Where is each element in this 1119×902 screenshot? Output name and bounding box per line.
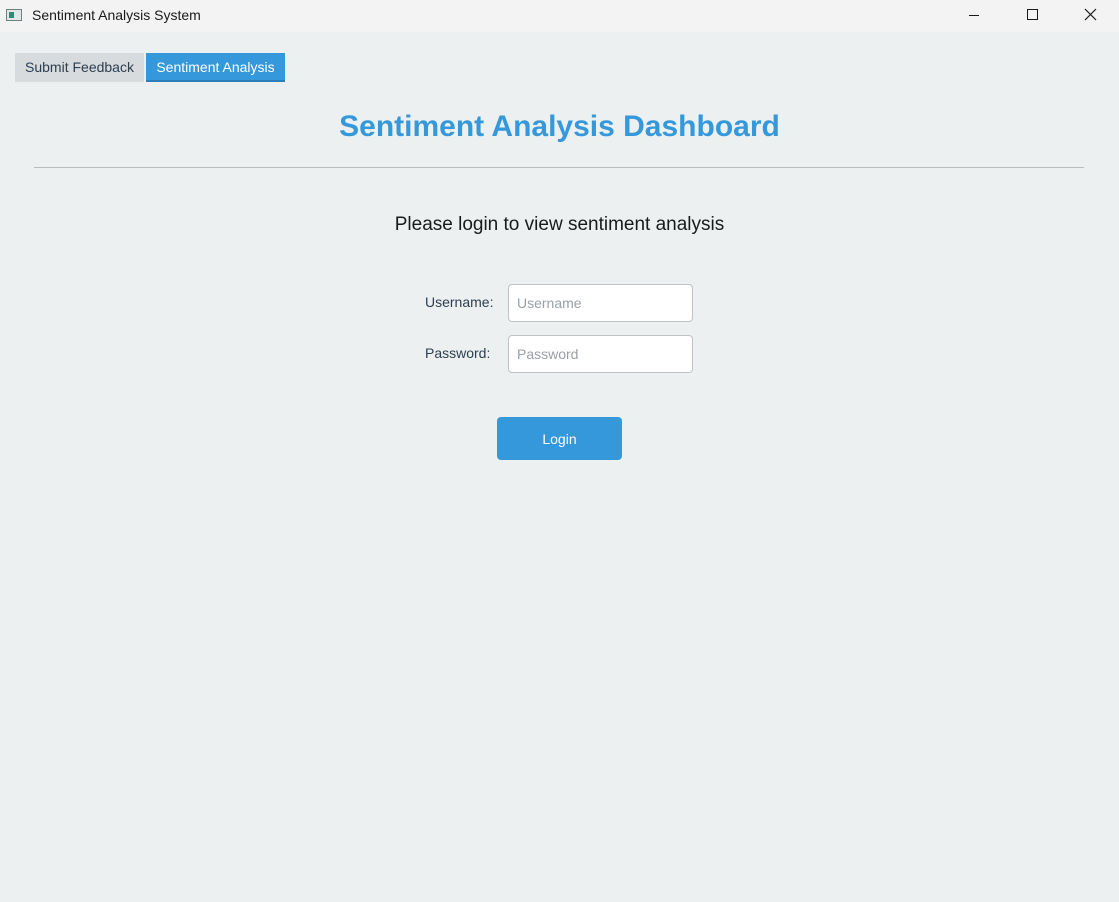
- title-bar[interactable]: Sentiment Analysis System: [0, 0, 1119, 32]
- maximize-icon: [1027, 9, 1038, 20]
- username-label: Username:: [425, 294, 494, 310]
- login-button[interactable]: Login: [497, 417, 622, 460]
- minimize-icon: [969, 15, 979, 16]
- password-input[interactable]: [508, 335, 693, 373]
- tab-sentiment-analysis[interactable]: Sentiment Analysis: [146, 53, 285, 82]
- close-icon: [1084, 8, 1097, 21]
- window-title: Sentiment Analysis System: [32, 7, 201, 23]
- app-window: Sentiment Analysis System Submit Feedbac…: [0, 0, 1119, 902]
- password-label: Password:: [425, 345, 491, 361]
- tab-submit-feedback[interactable]: Submit Feedback: [15, 53, 144, 82]
- app-icon: [6, 9, 22, 21]
- title-divider: [34, 167, 1084, 168]
- login-prompt: Please login to view sentiment analysis: [394, 214, 725, 235]
- username-input[interactable]: [508, 284, 693, 322]
- page-title: Sentiment Analysis Dashboard: [339, 110, 780, 143]
- minimize-button[interactable]: [945, 0, 1003, 32]
- close-button[interactable]: [1061, 0, 1119, 32]
- maximize-button[interactable]: [1003, 0, 1061, 32]
